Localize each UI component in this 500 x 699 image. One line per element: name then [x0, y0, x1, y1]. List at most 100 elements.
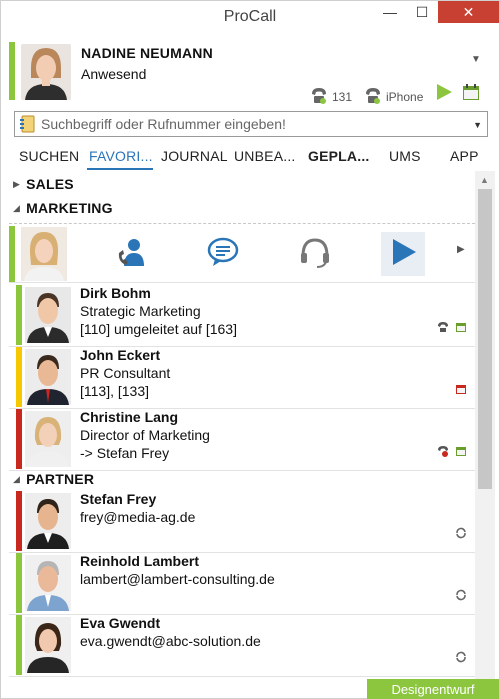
play-icon[interactable] — [433, 82, 455, 107]
contact-email: lambert@lambert-consulting.de — [80, 571, 275, 587]
tab-unbeantwortet[interactable]: UNBEA... — [234, 148, 296, 164]
contact-title: PR Consultant — [80, 365, 171, 381]
avatar — [25, 411, 71, 467]
sync-icon — [455, 588, 467, 606]
list-scrollbar[interactable]: ▲ — [475, 171, 495, 681]
tab-app[interactable]: APP — [450, 148, 479, 164]
avatar — [25, 617, 71, 673]
contact-name: Reinhold Lambert — [80, 553, 200, 569]
phone-busy-icon — [437, 444, 449, 462]
contact-icons — [437, 320, 467, 338]
contact-name: John Eckert — [80, 347, 161, 363]
chevron-down-icon: ◢ — [13, 202, 21, 213]
contact-phone-info: [113], [133] — [80, 383, 150, 399]
tab-favoriten[interactable]: FAVORI... — [89, 148, 153, 164]
contact-icons — [455, 588, 467, 606]
presence-indicator — [16, 347, 22, 407]
tab-ums[interactable]: UMS — [389, 148, 421, 164]
contact-email: frey@media-ag.de — [80, 509, 196, 525]
avatar — [25, 349, 71, 405]
own-profile: NADINE NEUMANN Anwesend ▼ 131 iPhone — [9, 42, 493, 104]
calendar-icon — [455, 444, 467, 462]
calendar-icon — [455, 320, 467, 338]
chevron-down-icon[interactable]: ▼ — [471, 54, 481, 65]
list-item[interactable]: Dirk Bohm Strategic Marketing [110] umge… — [9, 285, 475, 347]
presence-indicator — [16, 409, 22, 469]
chevron-right-icon: ▶ — [13, 178, 21, 189]
group-marketing[interactable]: ◢ MARKETING — [13, 200, 113, 216]
active-tab-indicator — [87, 168, 153, 170]
presence-indicator — [16, 615, 22, 675]
presence-indicator — [16, 553, 22, 613]
contact-phone-info: -> Stefan Frey — [80, 445, 170, 461]
sync-icon — [455, 650, 467, 668]
group-label: SALES — [26, 176, 74, 192]
avatar[interactable] — [21, 44, 71, 100]
audio-call-button[interactable] — [293, 232, 337, 276]
calendar-busy-icon — [455, 382, 467, 400]
address-book-icon — [19, 115, 37, 133]
close-button[interactable]: ✕ — [438, 1, 499, 23]
user-name: NADINE NEUMANN — [81, 45, 213, 61]
group-label: MARKETING — [26, 200, 113, 216]
avatar[interactable] — [21, 227, 67, 281]
selected-contact-actions: ▶ — [9, 223, 475, 283]
list-item[interactable]: Eva Gwendt eva.gwendt@abc-solution.de — [9, 615, 475, 677]
tab-geplant[interactable]: GEPLA... — [308, 148, 370, 164]
presence-indicator — [9, 42, 15, 100]
contact-name: Stefan Frey — [80, 491, 157, 507]
device-desk-phone-label: 131 — [332, 89, 353, 104]
call-contact-button[interactable] — [109, 232, 153, 276]
play-icon — [388, 237, 418, 272]
contact-email: eva.gwendt@abc-solution.de — [80, 633, 261, 649]
avatar — [25, 555, 71, 611]
device-desk-phone[interactable]: 131 — [309, 86, 352, 107]
scrollbar-thumb[interactable] — [478, 189, 492, 489]
design-draft-badge: Designentwurf — [367, 679, 499, 699]
sync-icon — [455, 526, 467, 544]
contact-icons — [455, 526, 467, 544]
chevron-down-icon[interactable]: ▼ — [473, 120, 482, 130]
list-item[interactable]: Christine Lang Director of Marketing -> … — [9, 409, 475, 471]
contact-name: Christine Lang — [80, 409, 179, 425]
contact-title: Director of Marketing — [80, 427, 210, 443]
list-item[interactable]: Reinhold Lambert lambert@lambert-consult… — [9, 553, 475, 615]
contact-icons — [455, 650, 467, 668]
presence-indicator — [9, 226, 15, 282]
favorites-list: ▶ SALES ◢ MARKETING ▶ Dirk Bohm Strategi… — [1, 171, 475, 681]
headset-icon — [298, 236, 332, 273]
calendar-icon[interactable] — [461, 82, 481, 107]
contact-name: Dirk Bohm — [80, 285, 151, 301]
title-bar: ProCall — ☐ ✕ — [1, 1, 499, 35]
contact-icons — [455, 382, 467, 400]
list-item[interactable]: Stefan Frey frey@media-ag.de — [9, 491, 475, 553]
group-label: PARTNER — [26, 471, 95, 487]
search-box[interactable]: ▼ — [14, 111, 488, 137]
contact-name: Eva Gwendt — [80, 615, 161, 631]
phone-forward-icon — [437, 320, 449, 338]
procall-window: ProCall — ☐ ✕ NADINE NEUMANN Anwesend ▼ … — [0, 0, 500, 699]
presence-indicator — [16, 491, 22, 551]
group-partner[interactable]: ◢ PARTNER — [13, 471, 94, 487]
mobile-phone-icon — [363, 86, 383, 107]
list-item[interactable]: John Eckert PR Consultant [113], [133] — [9, 347, 475, 409]
chat-button[interactable] — [201, 232, 245, 276]
maximize-button[interactable]: ☐ — [406, 1, 438, 23]
search-input[interactable] — [41, 114, 461, 134]
presence-indicator — [16, 285, 22, 345]
device-mobile-phone[interactable]: iPhone — [363, 86, 423, 107]
contact-phone-info: [110] umgeleitet auf [163] — [80, 321, 237, 337]
presence-status[interactable]: Anwesend — [81, 66, 146, 82]
device-mobile-phone-label: iPhone — [386, 89, 424, 104]
contact-call-icon — [115, 236, 147, 273]
minimize-button[interactable]: — — [374, 1, 406, 23]
avatar — [25, 287, 71, 343]
play-button[interactable] — [381, 232, 425, 276]
tab-suchen[interactable]: SUCHEN — [19, 148, 79, 164]
contact-icons — [437, 444, 467, 462]
tab-journal[interactable]: JOURNAL — [161, 148, 228, 164]
chevron-right-icon[interactable]: ▶ — [457, 244, 465, 255]
chat-icon — [206, 236, 240, 273]
scroll-up-icon[interactable]: ▲ — [480, 175, 489, 185]
group-sales[interactable]: ▶ SALES — [13, 176, 74, 192]
